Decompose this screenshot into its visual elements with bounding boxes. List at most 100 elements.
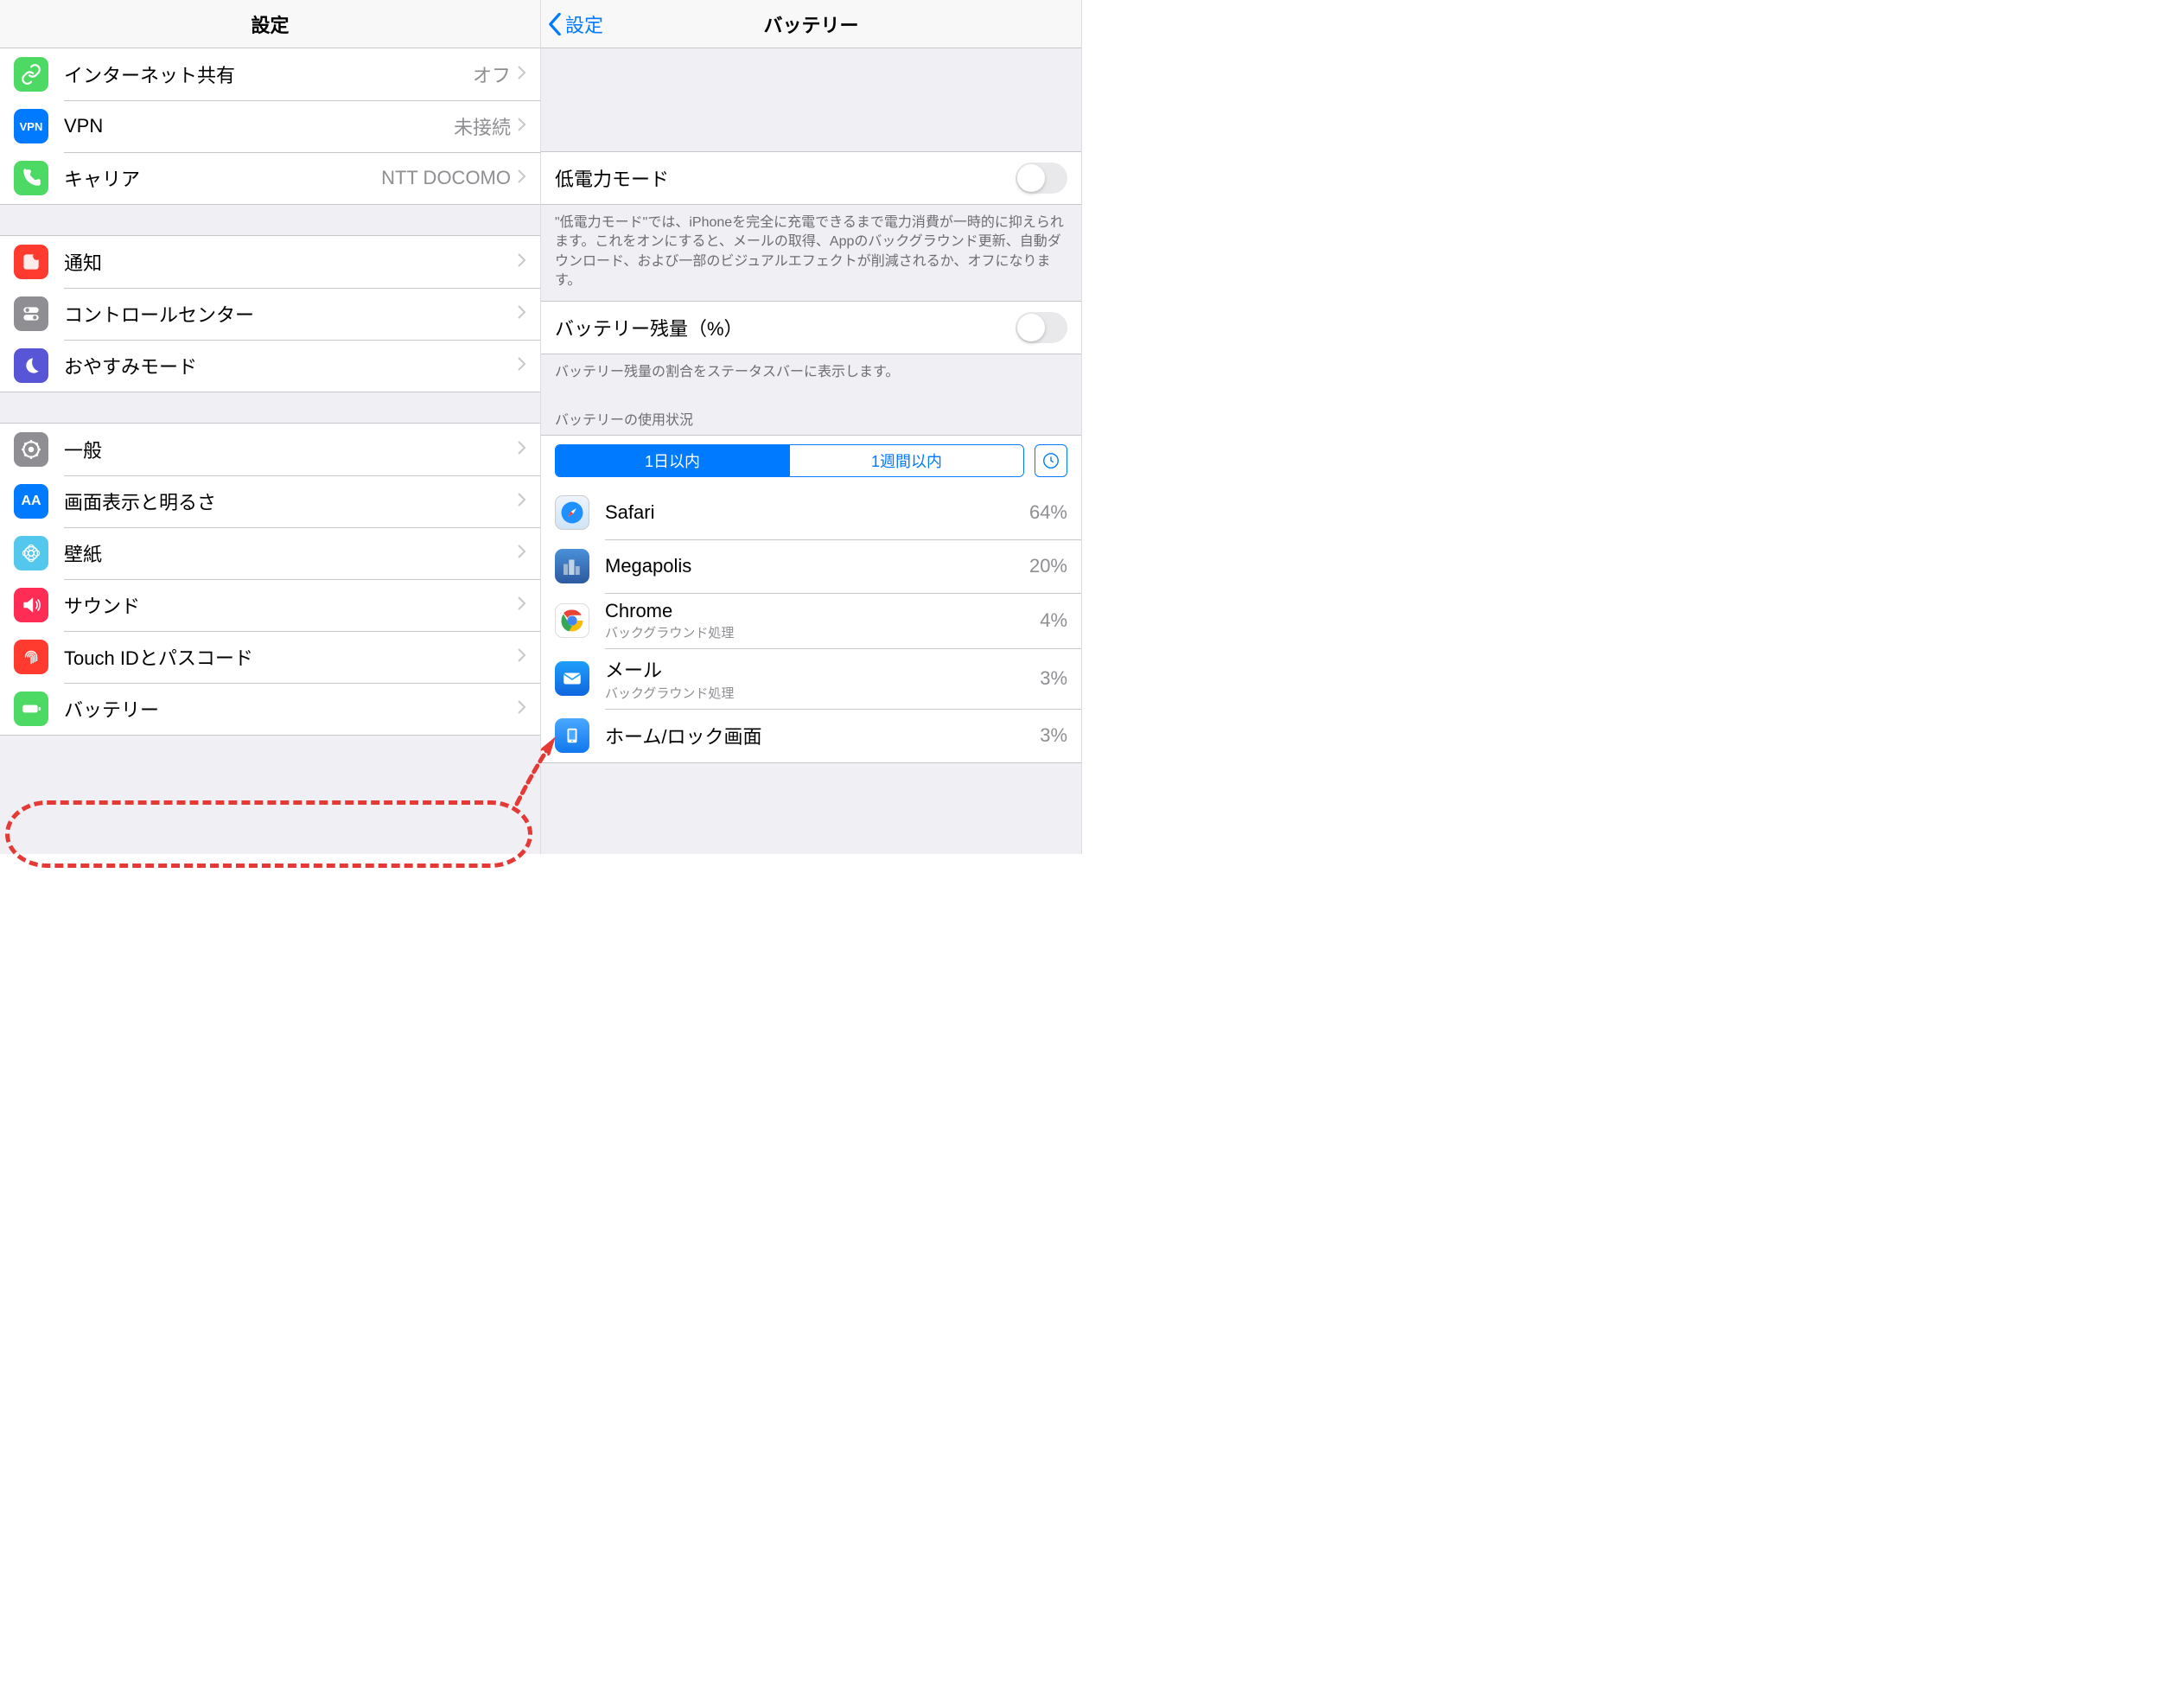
usage-row-chrome[interactable]: Chrome バックグラウンド処理 4% [541, 593, 1081, 648]
battery-content[interactable]: 低電力モード "低電力モード"では、iPhoneを完全に充電できるまで電力消費が… [541, 48, 1081, 854]
chevron-right-icon [518, 596, 526, 615]
row-notifications[interactable]: 通知 [0, 236, 540, 288]
row-do-not-disturb[interactable]: おやすみモード [0, 340, 540, 392]
battery-pct-group: バッテリー残量（%） [541, 301, 1081, 354]
chevron-right-icon [518, 357, 526, 375]
settings-list[interactable]: インターネット共有 オフ VPN VPN 未接続 キャリア NTT DOCOMO [0, 48, 540, 854]
phone-icon [14, 161, 48, 195]
display-icon: AA [14, 484, 48, 519]
row-label: 画面表示と明るさ [64, 488, 518, 515]
usage-row-safari[interactable]: Safari 64% [541, 486, 1081, 539]
time-range-segmented[interactable]: 1日以内 1週間以内 [555, 444, 1024, 477]
battery-icon [14, 691, 48, 726]
row-label: 壁紙 [64, 539, 518, 567]
usage-header: バッテリーの使用状況 [541, 392, 1081, 436]
back-label: 設定 [565, 10, 603, 38]
wallpaper-icon [14, 536, 48, 570]
battery-pct-footer: バッテリー残量の割合をステータスバーに表示します。 [541, 354, 1081, 392]
row-battery[interactable]: バッテリー [0, 683, 540, 735]
chevron-right-icon [518, 253, 526, 271]
navbar-title: 設定 [251, 10, 289, 38]
row-touchid-passcode[interactable]: Touch IDとパスコード [0, 631, 540, 683]
link-icon [14, 57, 48, 92]
row-internet-sharing[interactable]: インターネット共有 オフ [0, 48, 540, 100]
row-label: サウンド [64, 591, 518, 619]
navbar: 設定 [0, 0, 540, 48]
chevron-right-icon [518, 493, 526, 511]
usage-label: ホーム/ロック画面 [605, 722, 1040, 749]
low-power-toggle[interactable] [1016, 163, 1067, 194]
row-value: オフ [473, 61, 511, 88]
clock-button[interactable] [1035, 444, 1067, 477]
mail-icon [555, 661, 589, 696]
row-control-center[interactable]: コントロールセンター [0, 288, 540, 340]
usage-pct: 64% [1029, 501, 1067, 524]
chevron-right-icon [518, 169, 526, 188]
usage-sub: バックグラウンド処理 [605, 684, 1040, 702]
row-display-brightness[interactable]: AA 画面表示と明るさ [0, 475, 540, 527]
row-wallpaper[interactable]: 壁紙 [0, 527, 540, 579]
usage-row-megapolis[interactable]: Megapolis 20% [541, 539, 1081, 593]
row-label: バッテリー [64, 695, 518, 723]
usage-row-mail[interactable]: メール バックグラウンド処理 3% [541, 648, 1081, 709]
usage-row-home-lock[interactable]: ホーム/ロック画面 3% [541, 709, 1081, 762]
settings-group-general: 一般 AA 画面表示と明るさ 壁紙 サウンド [0, 423, 540, 736]
row-label: VPN [64, 115, 454, 137]
moon-icon [14, 348, 48, 383]
notifications-icon [14, 245, 48, 279]
gear-icon [14, 432, 48, 467]
back-button[interactable]: 設定 [548, 10, 603, 38]
row-label: インターネット共有 [64, 61, 473, 88]
row-label: Touch IDとパスコード [64, 643, 518, 671]
row-label: 一般 [64, 436, 518, 463]
settings-screen: 設定 インターネット共有 オフ VPN VPN 未接続 キ [0, 0, 541, 854]
safari-icon [555, 495, 589, 530]
vpn-icon: VPN [14, 109, 48, 143]
game-icon [555, 549, 589, 583]
navbar: 設定 バッテリー [541, 0, 1081, 48]
row-carrier[interactable]: キャリア NTT DOCOMO [0, 152, 540, 204]
row-value: NTT DOCOMO [381, 167, 511, 189]
usage-pct: 4% [1040, 609, 1067, 632]
seg-24h[interactable]: 1日以内 [556, 445, 789, 476]
usage-label: Megapolis [605, 555, 1029, 577]
usage-pct: 20% [1029, 555, 1067, 577]
sound-icon [14, 588, 48, 622]
chrome-icon [555, 603, 589, 638]
seg-7d[interactable]: 1週間以内 [789, 445, 1023, 476]
usage-label: Safari [605, 501, 1029, 524]
chevron-right-icon [518, 648, 526, 666]
segmented-row: 1日以内 1週間以内 [541, 436, 1081, 486]
row-vpn[interactable]: VPN VPN 未接続 [0, 100, 540, 152]
row-value: 未接続 [454, 112, 511, 140]
chevron-right-icon [518, 441, 526, 459]
row-label: 通知 [64, 248, 518, 276]
row-sounds[interactable]: サウンド [0, 579, 540, 631]
row-low-power-mode[interactable]: 低電力モード [541, 152, 1081, 204]
low-power-group: 低電力モード [541, 151, 1081, 205]
usage-pct: 3% [1040, 724, 1067, 747]
row-label: おやすみモード [64, 352, 518, 379]
chevron-right-icon [518, 305, 526, 323]
chevron-right-icon [518, 545, 526, 563]
chevron-right-icon [518, 700, 526, 718]
fingerprint-icon [14, 640, 48, 674]
navbar-title: バッテリー [763, 10, 858, 38]
settings-group-system: 通知 コントロールセンター おやすみモード [0, 235, 540, 392]
settings-group-network: インターネット共有 オフ VPN VPN 未接続 キャリア NTT DOCOMO [0, 48, 540, 205]
battery-screen: 設定 バッテリー 低電力モード "低電力モード"では、iPhoneを完全に充電で… [541, 0, 1082, 854]
chevron-right-icon [518, 66, 526, 84]
chevron-right-icon [518, 118, 526, 136]
row-battery-percentage[interactable]: バッテリー残量（%） [541, 302, 1081, 354]
row-label: キャリア [64, 164, 381, 192]
row-label: コントロールセンター [64, 300, 518, 328]
usage-label: Chrome [605, 600, 1040, 622]
home-icon [555, 718, 589, 753]
low-power-footer: "低電力モード"では、iPhoneを完全に充電できるまで電力消費が一時的に抑えら… [541, 205, 1081, 302]
usage-sub: バックグラウンド処理 [605, 623, 1040, 641]
control-center-icon [14, 296, 48, 331]
battery-pct-toggle[interactable] [1016, 312, 1067, 343]
usage-pct: 3% [1040, 667, 1067, 690]
row-label: バッテリー残量（%） [555, 314, 1016, 341]
row-general[interactable]: 一般 [0, 424, 540, 475]
